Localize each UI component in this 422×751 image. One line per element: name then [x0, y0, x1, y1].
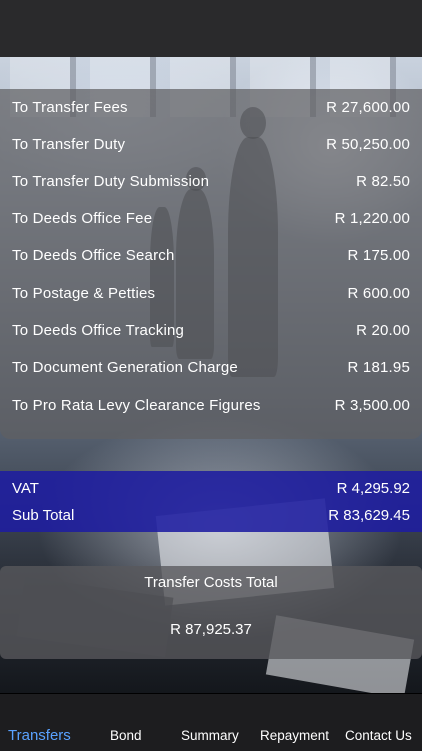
transfer-costs-total-panel: Transfer Costs Total R 87,925.37	[0, 566, 422, 659]
fee-row-transfer-duty-submission: To Transfer Duty Submission R 82.50	[12, 163, 410, 200]
status-bar	[0, 0, 422, 58]
tab-bond[interactable]: Bond	[110, 728, 142, 743]
fee-value: R 181.95	[347, 359, 410, 376]
vat-subtotal-panel: VAT R 4,295.92 Sub Total R 83,629.45	[0, 471, 422, 532]
fee-value: R 175.00	[347, 247, 410, 264]
bottom-tab-bar: Transfers Bond Summary Repayment Contact…	[0, 693, 422, 751]
vat-row: VAT R 4,295.92	[12, 475, 410, 502]
fee-label: To Transfer Duty	[12, 136, 126, 153]
tab-summary[interactable]: Summary	[181, 728, 239, 743]
total-value: R 87,925.37	[170, 621, 252, 638]
fee-value: R 3,500.00	[334, 397, 410, 414]
fee-items-panel: To Transfer Fees R 27,600.00 To Transfer…	[0, 89, 422, 439]
fee-row-postage-petties: To Postage & Petties R 600.00	[12, 275, 410, 312]
fee-row-levy-clearance: To Pro Rata Levy Clearance Figures R 3,5…	[12, 387, 410, 424]
vat-label: VAT	[12, 480, 39, 497]
fee-label: To Deeds Office Search	[12, 247, 175, 264]
fee-label: To Deeds Office Tracking	[12, 322, 185, 339]
tab-contact-us[interactable]: Contact Us	[345, 728, 412, 743]
fee-value: R 27,600.00	[326, 99, 410, 116]
subtotal-label: Sub Total	[12, 507, 75, 524]
fee-value: R 600.00	[347, 285, 410, 302]
fee-value: R 20.00	[356, 322, 410, 339]
fee-row-deeds-office-fee: To Deeds Office Fee R 1,220.00	[12, 200, 410, 237]
fee-label: To Pro Rata Levy Clearance Figures	[12, 397, 261, 414]
fee-value: R 82.50	[356, 173, 410, 190]
tab-transfers[interactable]: Transfers	[8, 727, 71, 744]
subtotal-value: R 83,629.45	[328, 507, 410, 524]
fee-label: To Document Generation Charge	[12, 359, 238, 376]
fee-row-deeds-office-tracking: To Deeds Office Tracking R 20.00	[12, 312, 410, 349]
fee-value: R 50,250.00	[326, 136, 410, 153]
fee-label: To Postage & Petties	[12, 285, 156, 302]
fee-row-transfer-fees: To Transfer Fees R 27,600.00	[12, 89, 410, 126]
fee-row-deeds-office-search: To Deeds Office Search R 175.00	[12, 237, 410, 274]
subtotal-row: Sub Total R 83,629.45	[12, 502, 410, 529]
fee-label: To Deeds Office Fee	[12, 210, 153, 227]
fee-row-document-generation: To Document Generation Charge R 181.95	[12, 349, 410, 386]
fee-row-transfer-duty: To Transfer Duty R 50,250.00	[12, 126, 410, 163]
fee-value: R 1,220.00	[334, 210, 410, 227]
tab-repayment[interactable]: Repayment	[260, 728, 329, 743]
fee-label: To Transfer Fees	[12, 99, 128, 116]
vat-value: R 4,295.92	[336, 480, 410, 497]
total-title: Transfer Costs Total	[144, 574, 278, 591]
fee-label: To Transfer Duty Submission	[12, 173, 210, 190]
